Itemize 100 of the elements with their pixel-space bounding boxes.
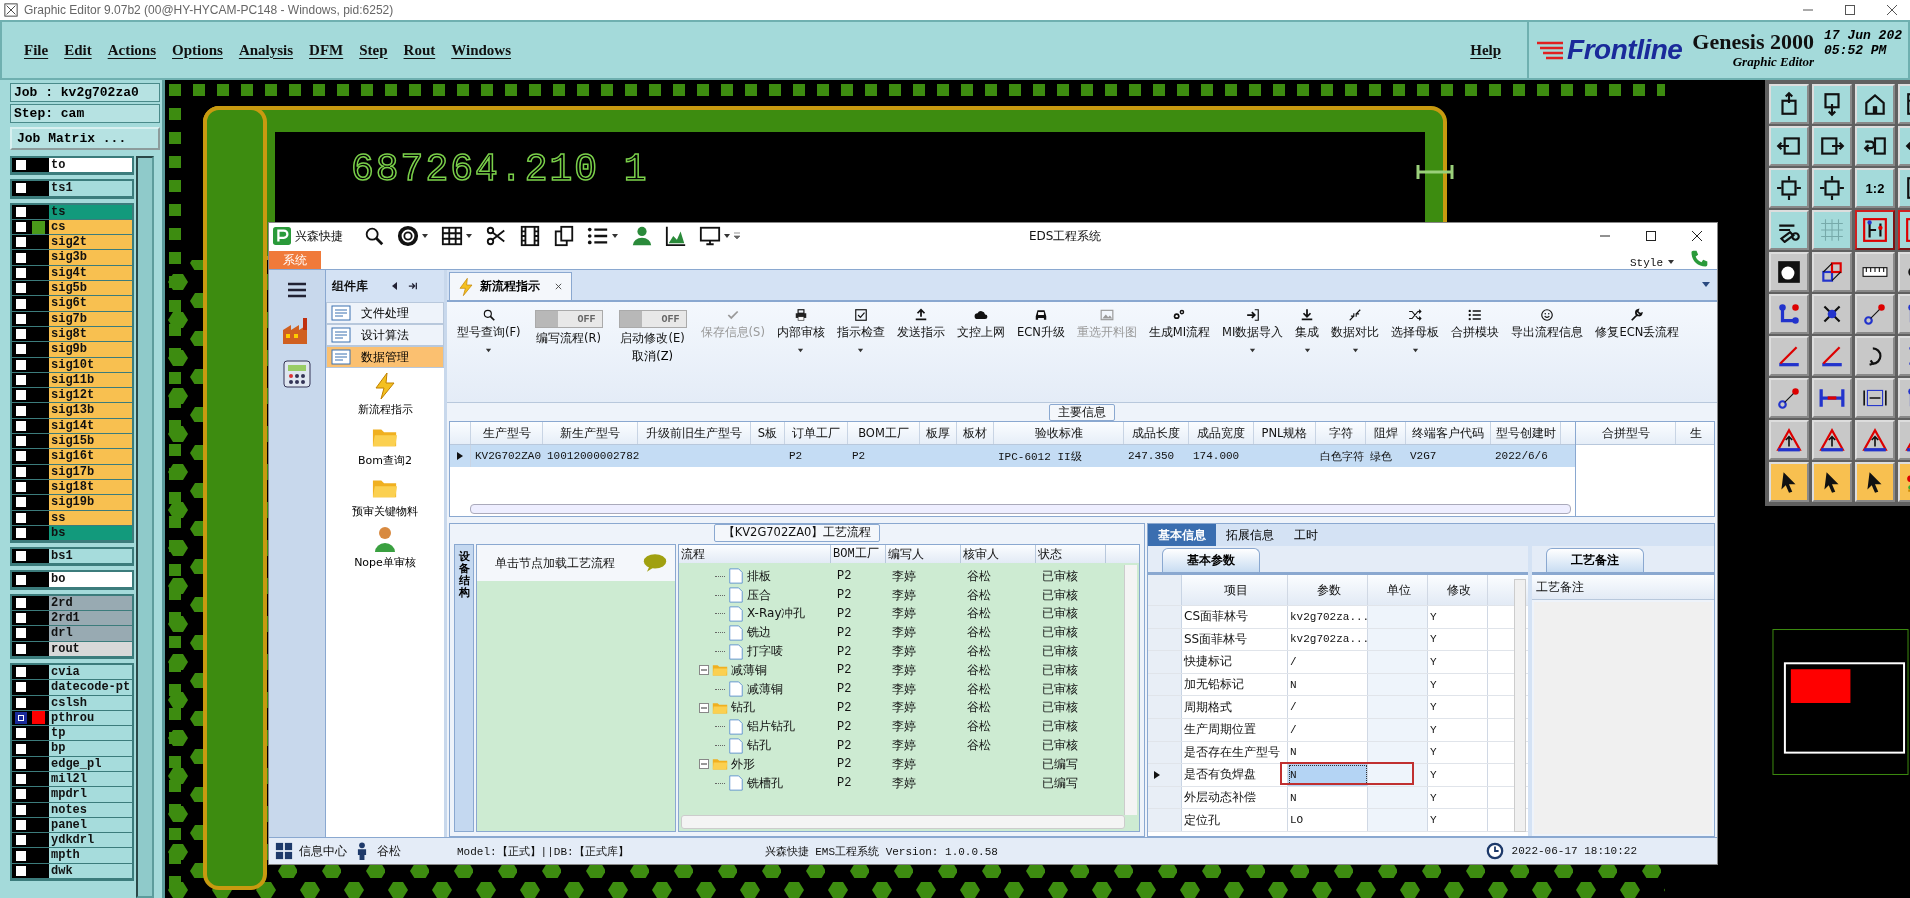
column-header[interactable]: 订单工厂 bbox=[785, 422, 848, 444]
style-menu[interactable]: Style bbox=[1630, 257, 1663, 269]
column-header[interactable]: 参数 bbox=[1288, 575, 1368, 605]
tree-row[interactable]: 铝片钻孔 P2 李婷 谷松 已审核 bbox=[679, 717, 1139, 737]
layer-name[interactable]: sig9b bbox=[49, 342, 132, 357]
layer-name[interactable]: tp bbox=[49, 726, 132, 741]
caret-icon[interactable] bbox=[465, 232, 473, 240]
layer-checkbox[interactable] bbox=[15, 266, 27, 279]
column-header[interactable]: 成品长度 bbox=[1124, 422, 1189, 444]
layer-checkbox[interactable] bbox=[15, 404, 27, 417]
module-item[interactable]: Nope单审核 bbox=[326, 525, 444, 570]
tool-button[interactable]: 1:2 bbox=[1855, 168, 1895, 208]
layer-checkbox[interactable] bbox=[15, 596, 27, 609]
column-header[interactable]: 合拼型号 bbox=[1576, 422, 1676, 444]
side-tab[interactable]: 设备结构 bbox=[454, 544, 474, 832]
layer-name[interactable]: drl bbox=[49, 626, 132, 641]
column-header[interactable]: 核审人 bbox=[961, 545, 1036, 563]
scissors-icon[interactable] bbox=[485, 225, 507, 247]
cancel-button[interactable]: 取消(Z) bbox=[632, 349, 673, 364]
calculator-icon[interactable] bbox=[281, 358, 313, 390]
column-header[interactable]: 板厚 bbox=[920, 422, 957, 444]
column-header[interactable]: 升级前旧生产型号 bbox=[638, 422, 751, 444]
menu-item[interactable]: Rout bbox=[397, 39, 442, 61]
column-header[interactable]: BOM工厂 bbox=[848, 422, 920, 444]
tree-row[interactable]: 外形 P2 李婷 已编写 bbox=[679, 754, 1139, 774]
layer-checkbox[interactable] bbox=[15, 788, 27, 801]
layer-name[interactable]: 2rd1 bbox=[49, 611, 132, 626]
collapse-icon[interactable] bbox=[390, 281, 400, 291]
tree-row[interactable]: 打字唛 P2 李婷 谷松 已审核 bbox=[679, 642, 1139, 661]
layer-checkbox[interactable] bbox=[15, 282, 27, 295]
ribbon-button[interactable]: 生成MI流程 bbox=[1142, 306, 1217, 342]
column-header[interactable]: BOM工厂 bbox=[831, 545, 886, 563]
grid-row[interactable]: 是否有负焊盘 N Y bbox=[1148, 764, 1528, 787]
layer-checkbox[interactable] bbox=[15, 642, 27, 655]
category-item[interactable]: 数据管理 bbox=[326, 346, 444, 368]
help-menu[interactable]: Help bbox=[1464, 39, 1508, 61]
column-header[interactable]: 修改 bbox=[1428, 575, 1488, 605]
ribbon-button[interactable]: 文控上网 bbox=[950, 306, 1011, 342]
caret-icon[interactable] bbox=[1667, 258, 1675, 266]
layer-checkbox[interactable] bbox=[15, 773, 27, 786]
list-icon[interactable] bbox=[587, 225, 609, 247]
layer-name[interactable]: sig2t bbox=[49, 235, 132, 250]
column-header[interactable]: 单位 bbox=[1368, 575, 1428, 605]
menu-item[interactable]: File bbox=[18, 39, 55, 61]
grid-row[interactable]: 快捷标记 / Y bbox=[1148, 651, 1528, 674]
copy-icon[interactable] bbox=[553, 225, 575, 247]
layer-checkbox[interactable] bbox=[15, 389, 27, 402]
maximize-icon[interactable] bbox=[1645, 230, 1657, 242]
layer-checkbox[interactable] bbox=[15, 681, 27, 694]
layer-checkbox[interactable] bbox=[15, 612, 27, 625]
ribbon-button[interactable]: 型号查询(F) bbox=[451, 306, 527, 356]
layer-name[interactable]: bs1 bbox=[49, 549, 132, 564]
menu-item[interactable]: Actions bbox=[101, 39, 162, 61]
notes-tab[interactable]: 工艺备注 bbox=[1546, 548, 1644, 572]
tree-row[interactable]: 排板 P2 李婷 谷松 已审核 bbox=[679, 567, 1139, 586]
monitor-icon[interactable] bbox=[699, 225, 721, 247]
layer-checkbox[interactable] bbox=[15, 159, 27, 172]
layer-name[interactable]: bp bbox=[49, 741, 132, 756]
ribbon-button[interactable]: 内部审核 bbox=[770, 306, 831, 356]
column-header[interactable]: 型号创建时 bbox=[1491, 422, 1561, 444]
ribbon-button[interactable]: 集成 bbox=[1289, 306, 1326, 356]
table-row[interactable]: KV2G702ZA0 10012000002782 P2 P2 IPC-6012 II级 247.350 174.000 白色字符 绿色 V2G7 2022/6/6 bbox=[450, 445, 1575, 467]
layer-checkbox[interactable] bbox=[15, 864, 27, 877]
customize-icon[interactable] bbox=[733, 232, 741, 240]
module-item[interactable]: 新流程指示 bbox=[326, 372, 444, 417]
module-item[interactable]: Bom查询2 bbox=[326, 423, 444, 468]
layer-name[interactable]: sig13b bbox=[49, 403, 132, 418]
layer-name[interactable]: datecode-pt bbox=[49, 680, 132, 695]
layer-checkbox[interactable] bbox=[15, 834, 27, 847]
layer-name[interactable]: sig6t bbox=[49, 296, 132, 311]
tree-row[interactable]: 铣槽孔 P2 李婷 已编写 bbox=[679, 773, 1139, 793]
person-icon[interactable] bbox=[631, 225, 653, 247]
layer-checkbox[interactable] bbox=[15, 343, 27, 356]
maximize-icon[interactable] bbox=[1844, 4, 1856, 16]
column-header[interactable]: 成品宽度 bbox=[1189, 422, 1254, 444]
layer-name[interactable]: mpdrl bbox=[49, 787, 132, 802]
column-header[interactable]: 验收标准 bbox=[994, 422, 1124, 444]
menu-item[interactable]: Analysis bbox=[232, 39, 300, 61]
caret-icon[interactable] bbox=[421, 232, 429, 240]
layer-checkbox[interactable] bbox=[15, 757, 27, 770]
layer-checkbox[interactable] bbox=[15, 727, 27, 740]
layer-name[interactable]: ts bbox=[49, 204, 132, 219]
column-header[interactable]: 生产型号 bbox=[471, 422, 543, 444]
tool-button[interactable] bbox=[1855, 210, 1895, 250]
column-header[interactable]: 板材 bbox=[957, 422, 994, 444]
scrollbar[interactable] bbox=[1124, 565, 1137, 815]
layer-name[interactable]: ts1 bbox=[49, 181, 132, 196]
params-tab[interactable]: 基本参数 bbox=[1162, 548, 1260, 572]
close-icon[interactable] bbox=[554, 282, 563, 291]
tree-row[interactable]: 钻孔 P2 李婷 谷松 已审核 bbox=[679, 698, 1139, 718]
grid-row[interactable]: CS面菲林号 kv2g702za... Y bbox=[1148, 606, 1528, 629]
grid-row[interactable]: 定位孔 LO Y bbox=[1148, 809, 1528, 832]
info-center-link[interactable]: 信息中心 bbox=[299, 842, 347, 860]
tree-row[interactable]: 钻孔 P2 李婷 谷松 已审核 bbox=[679, 736, 1139, 755]
column-header[interactable]: 生 bbox=[1676, 422, 1714, 444]
layer-checkbox[interactable] bbox=[15, 465, 27, 478]
layer-name[interactable]: bo bbox=[49, 572, 132, 587]
layer-name[interactable]: mpth bbox=[49, 848, 132, 863]
search-icon[interactable] bbox=[363, 225, 385, 247]
category-item[interactable]: 文件处理 bbox=[326, 302, 444, 324]
